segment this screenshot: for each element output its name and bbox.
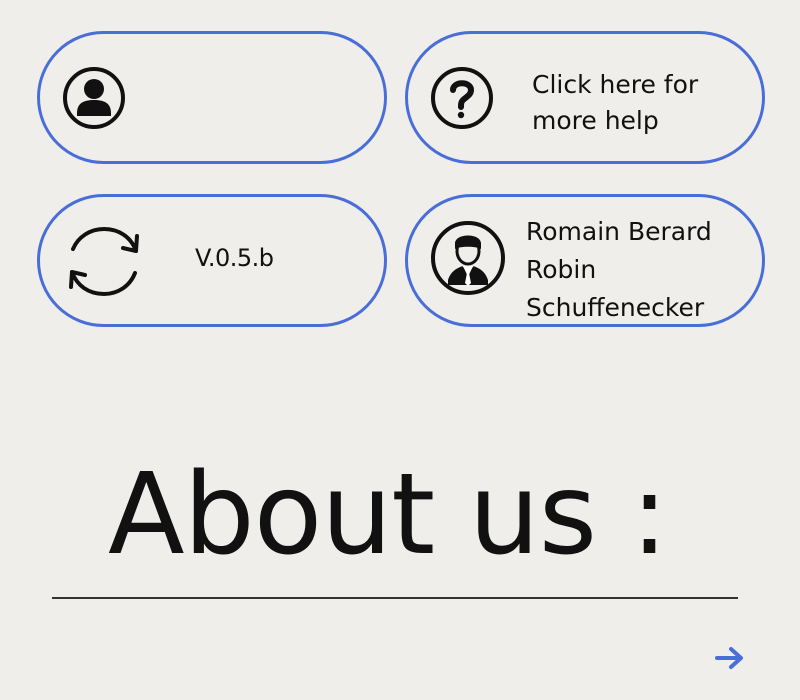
authors-card[interactable]: Romain Berard Robin Schuffenecker (405, 194, 765, 327)
authors-label: Romain Berard Robin Schuffenecker (526, 213, 762, 327)
version-label: V.0.5.b (195, 244, 274, 272)
user-avatar-icon (63, 67, 125, 129)
about-us-title: About us : (108, 450, 668, 580)
profile-button[interactable] (37, 31, 387, 164)
help-label-line-2: more help (532, 106, 659, 135)
question-mark-icon (431, 67, 493, 129)
help-label-line-1: Click here for (532, 70, 699, 99)
arrow-right-icon[interactable] (712, 640, 748, 676)
help-label: Click here for more help (532, 67, 752, 139)
refresh-icon (69, 226, 139, 297)
version-button[interactable]: V.0.5.b (37, 194, 387, 327)
businessman-icon (431, 221, 505, 295)
section-divider (52, 597, 738, 599)
author-name-3: Schuffenecker (526, 293, 705, 322)
author-name-2: Robin (526, 255, 597, 284)
help-button[interactable]: Click here for more help (405, 31, 765, 164)
author-name-1: Romain Berard (526, 217, 712, 246)
